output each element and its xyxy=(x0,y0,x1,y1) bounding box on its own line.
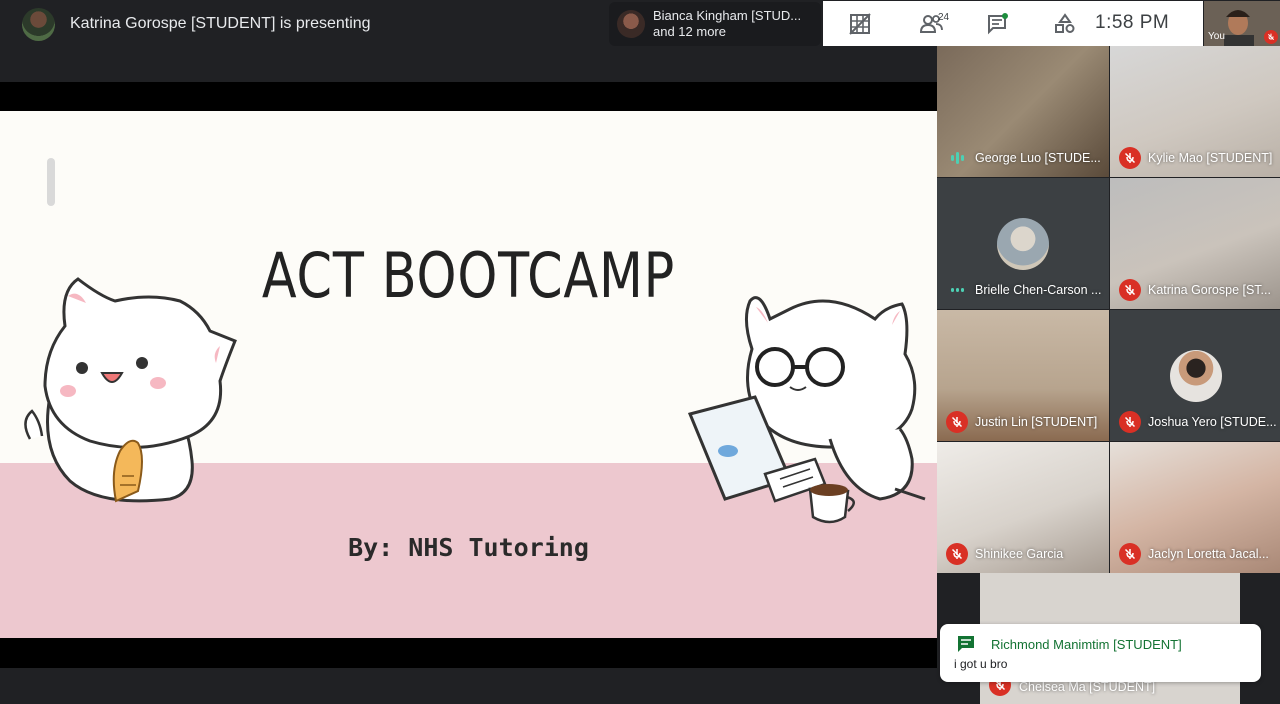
participant-name: Shinikee Garcia xyxy=(975,547,1064,561)
participant-name: Justin Lin [STUDENT] xyxy=(975,415,1098,429)
slide-scroll-handle xyxy=(47,158,55,206)
presenter-label: Katrina Gorospe [STUDENT] is presenting xyxy=(70,15,371,32)
participant-avatar xyxy=(997,218,1049,270)
letterbox-top xyxy=(0,82,937,111)
viewers-line2: and 12 more xyxy=(653,24,726,39)
activities-button[interactable] xyxy=(1050,9,1080,39)
participant-name: Katrina Gorospe [ST... xyxy=(1148,283,1271,297)
participant-tile[interactable]: Katrina Gorospe [ST... xyxy=(1110,178,1280,309)
mic-off-icon xyxy=(946,411,968,433)
mic-off-icon xyxy=(946,543,968,565)
self-mic-off-icon xyxy=(1264,30,1278,44)
presenter-avatar xyxy=(22,8,55,41)
participant-name: Brielle Chen-Carson ... xyxy=(975,283,1102,297)
participant-name: Kylie Mao [STUDENT] xyxy=(1148,151,1273,165)
viewers-line1: Bianca Kingham [STUD... xyxy=(653,8,802,23)
layout-button[interactable] xyxy=(845,9,875,39)
mic-off-icon xyxy=(1119,543,1141,565)
chat-sender: Richmond Manimtim [STUDENT] xyxy=(991,637,1182,652)
chat-notification[interactable]: Richmond Manimtim [STUDENT] i got u bro xyxy=(940,624,1261,682)
participant-avatar xyxy=(1170,350,1222,402)
letterbox-bottom xyxy=(0,638,937,668)
participant-tile[interactable]: Jaclyn Loretta Jacal... xyxy=(1110,442,1280,573)
participant-tile[interactable]: Shinikee Garcia xyxy=(937,442,1109,573)
participant-name: George Luo [STUDE... xyxy=(975,151,1101,165)
bottom-area xyxy=(0,668,937,704)
slide-subtitle: By: NHS Tutoring xyxy=(348,533,589,562)
cat-illustration-right xyxy=(687,296,926,524)
participant-name: Joshua Yero [STUDE... xyxy=(1148,415,1277,429)
chat-button[interactable] xyxy=(982,9,1012,39)
participant-tile[interactable]: Kylie Mao [STUDENT] xyxy=(1110,46,1280,177)
participant-count: 24 xyxy=(938,12,950,23)
meeting-toolbar: 24 1:58 PM xyxy=(823,1,1203,46)
activities-icon xyxy=(1055,13,1075,33)
clock: 1:58 PM xyxy=(1095,12,1170,33)
mic-off-icon xyxy=(1119,411,1141,433)
participant-name: Chelsea Ma [STUDENT] xyxy=(1019,680,1156,694)
self-label: You xyxy=(1208,31,1225,42)
viewers-text: Bianca Kingham [STUD... and 12 more xyxy=(653,8,801,40)
layout-icon xyxy=(849,13,871,35)
mic-off-icon xyxy=(1119,279,1141,301)
viewer-avatar xyxy=(617,10,645,38)
chat-message-icon xyxy=(958,636,974,652)
mic-off-icon xyxy=(1119,147,1141,169)
participant-tile[interactable]: Brielle Chen-Carson ... xyxy=(937,178,1109,309)
participant-tile[interactable]: George Luo [STUDE... xyxy=(937,46,1109,177)
participant-tile[interactable]: Joshua Yero [STUDE... xyxy=(1110,310,1280,441)
speaking-indicator-icon xyxy=(946,151,968,165)
chat-icon xyxy=(988,13,1008,35)
participant-name: Jaclyn Loretta Jacal... xyxy=(1148,547,1269,561)
chat-message: i got u bro xyxy=(954,657,1008,671)
speaking-indicator-icon xyxy=(946,283,968,297)
cat-illustration-left xyxy=(24,277,237,503)
self-view-tile[interactable]: You xyxy=(1204,1,1280,46)
presentation-viewers-chip[interactable]: Bianca Kingham [STUD... and 12 more xyxy=(609,2,821,46)
presentation-slide[interactable]: ACT BOOTCAMP By: NHS Tutoring xyxy=(0,111,937,638)
participant-tile[interactable]: Justin Lin [STUDENT] xyxy=(937,310,1109,441)
